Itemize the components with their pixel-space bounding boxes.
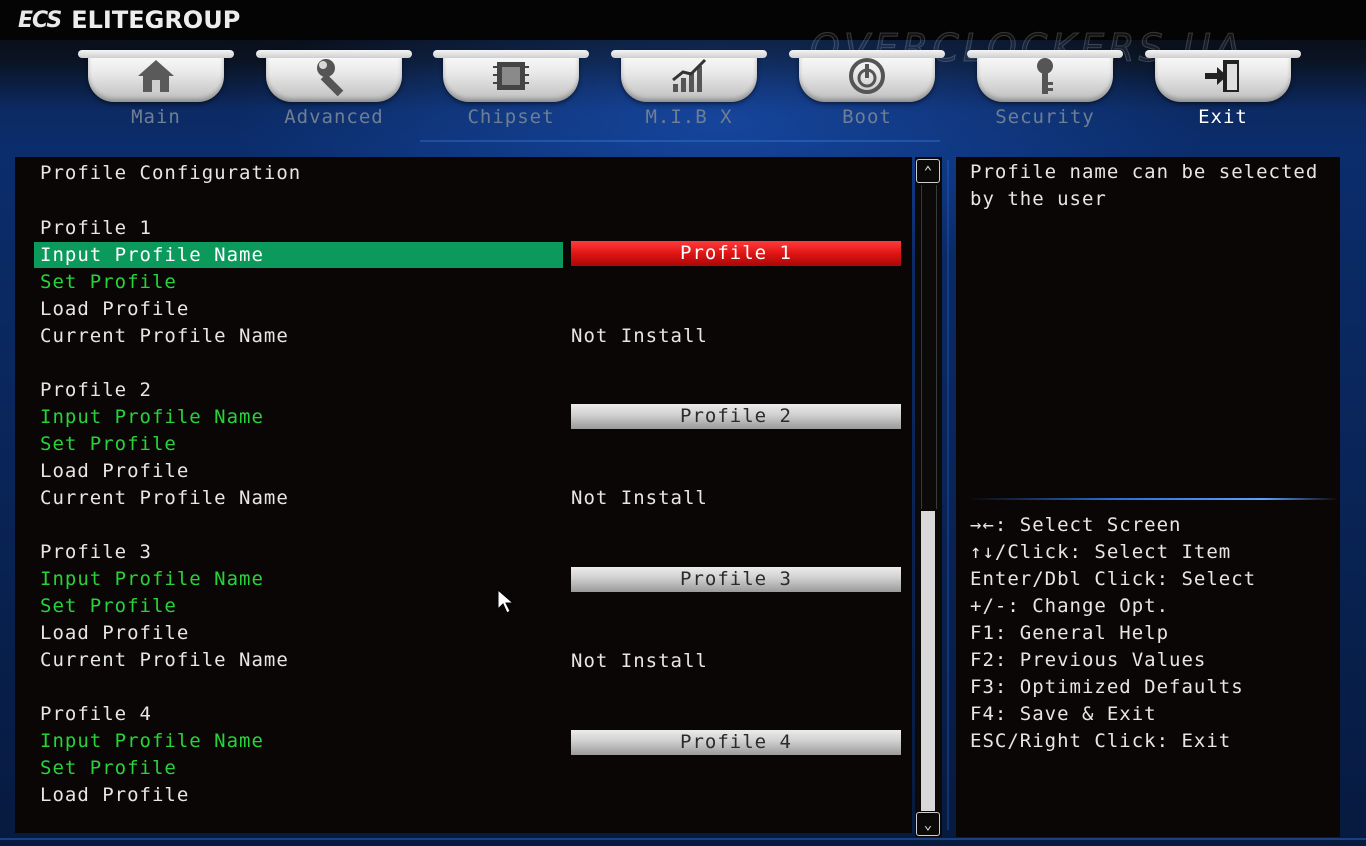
section-title: Profile Configuration <box>40 162 302 184</box>
load-profile-4[interactable]: Load Profile <box>40 782 189 808</box>
input-profile-name-3[interactable]: Input Profile Name <box>40 566 264 592</box>
tab-label: M.I.B X <box>645 106 733 128</box>
ecs-logo-mark: ECS <box>18 7 62 33</box>
tab-icon-box <box>789 50 945 102</box>
circuit-trace <box>420 140 940 142</box>
tab-main[interactable]: Main <box>78 50 234 132</box>
help-divider <box>968 498 1338 500</box>
scroll-down-button[interactable]: ⌄ <box>916 812 940 836</box>
tab-exit[interactable]: Exit <box>1145 50 1301 132</box>
mouse-pointer-icon <box>497 589 515 614</box>
ecs-logo: ECS ELITEGROUP <box>18 4 240 36</box>
tab-icon-box <box>967 50 1123 102</box>
current-profile-name-label-3: Current Profile Name <box>40 649 289 671</box>
load-profile-3[interactable]: Load Profile <box>40 620 189 646</box>
circuit-trace <box>947 160 949 830</box>
tab-label: Main <box>131 106 181 128</box>
profile-heading: Profile 3 <box>40 541 152 563</box>
tab-mib-x[interactable]: M.I.B X <box>611 50 767 132</box>
tab-icon-box <box>78 50 234 102</box>
profile-heading: Profile 4 <box>40 703 152 725</box>
current-profile-name-value-2: Not Install <box>571 487 708 509</box>
profile-name-field-1[interactable]: Profile 1 <box>571 241 901 266</box>
key-hint: Enter/Dbl Click: Select <box>970 568 1257 590</box>
power-icon <box>849 58 885 94</box>
tab-label: Boot <box>842 106 892 128</box>
brand-name: ELITEGROUP <box>71 6 241 34</box>
tab-label: Chipset <box>467 106 555 128</box>
key-hint: ESC/Right Click: Exit <box>970 730 1232 752</box>
tab-chipset[interactable]: Chipset <box>433 50 589 132</box>
exit-door-icon <box>1205 60 1239 92</box>
chip-icon <box>493 62 529 90</box>
load-profile-1[interactable]: Load Profile <box>40 296 189 322</box>
input-profile-name-4[interactable]: Input Profile Name <box>40 728 264 754</box>
key-icon <box>1037 58 1053 94</box>
profile-heading: Profile 2 <box>40 379 152 401</box>
profile-name-field-3[interactable]: Profile 3 <box>571 567 901 592</box>
current-profile-name-value-1: Not Install <box>571 325 708 347</box>
set-profile-3[interactable]: Set Profile <box>40 593 177 619</box>
current-profile-name-value-3: Not Install <box>571 650 708 672</box>
load-profile-2[interactable]: Load Profile <box>40 458 189 484</box>
current-profile-name-label-1: Current Profile Name <box>40 325 289 347</box>
profile-name-field-2[interactable]: Profile 2 <box>571 404 901 429</box>
input-profile-name-1[interactable]: Input Profile Name <box>34 242 563 268</box>
tab-icon-box <box>256 50 412 102</box>
tab-security[interactable]: Security <box>967 50 1123 132</box>
current-profile-name-label-2: Current Profile Name <box>40 487 289 509</box>
profile-heading: Profile 1 <box>40 217 152 239</box>
key-hint: F3: Optimized Defaults <box>970 676 1244 698</box>
set-profile-1[interactable]: Set Profile <box>40 269 177 295</box>
input-profile-name-2[interactable]: Input Profile Name <box>40 404 264 430</box>
tab-icon-box <box>1145 50 1301 102</box>
key-hint: ↑↓/Click: Select Item <box>970 541 1232 563</box>
tab-icon-box <box>433 50 589 102</box>
tab-icon-box <box>611 50 767 102</box>
circuit-trace <box>0 838 1366 840</box>
wrench-icon <box>317 59 344 96</box>
key-hint: F1: General Help <box>970 622 1170 644</box>
tab-advanced[interactable]: Advanced <box>256 50 412 132</box>
key-hint: F2: Previous Values <box>970 649 1207 671</box>
set-profile-2[interactable]: Set Profile <box>40 431 177 457</box>
house-icon <box>138 60 174 92</box>
key-hint: +/-: Change Opt. <box>970 595 1170 617</box>
key-hint: F4: Save & Exit <box>970 703 1157 725</box>
scroll-up-button[interactable]: ⌃ <box>916 159 940 183</box>
scroll-track-lower[interactable] <box>921 511 935 811</box>
chart-icon <box>672 58 707 92</box>
key-hint: →←: Select Screen <box>970 514 1182 536</box>
tab-label: Advanced <box>284 106 384 128</box>
scrollbar[interactable]: ⌃ ⌄ <box>915 157 942 837</box>
help-description: Profile name can be selected by the user <box>970 161 1319 210</box>
bios-screen: ECS ELITEGROUP OVERCLOCKERS.UA Main Adva… <box>0 0 1366 846</box>
set-profile-4[interactable]: Set Profile <box>40 755 177 781</box>
profile-name-field-4[interactable]: Profile 4 <box>571 730 901 755</box>
scroll-track[interactable] <box>920 185 937 811</box>
help-panel: Profile name can be selected by the user… <box>956 157 1340 837</box>
tab-boot[interactable]: Boot <box>789 50 945 132</box>
tab-label: Security <box>995 106 1095 128</box>
tab-label: Exit <box>1198 106 1248 128</box>
scroll-thumb[interactable] <box>921 185 937 509</box>
